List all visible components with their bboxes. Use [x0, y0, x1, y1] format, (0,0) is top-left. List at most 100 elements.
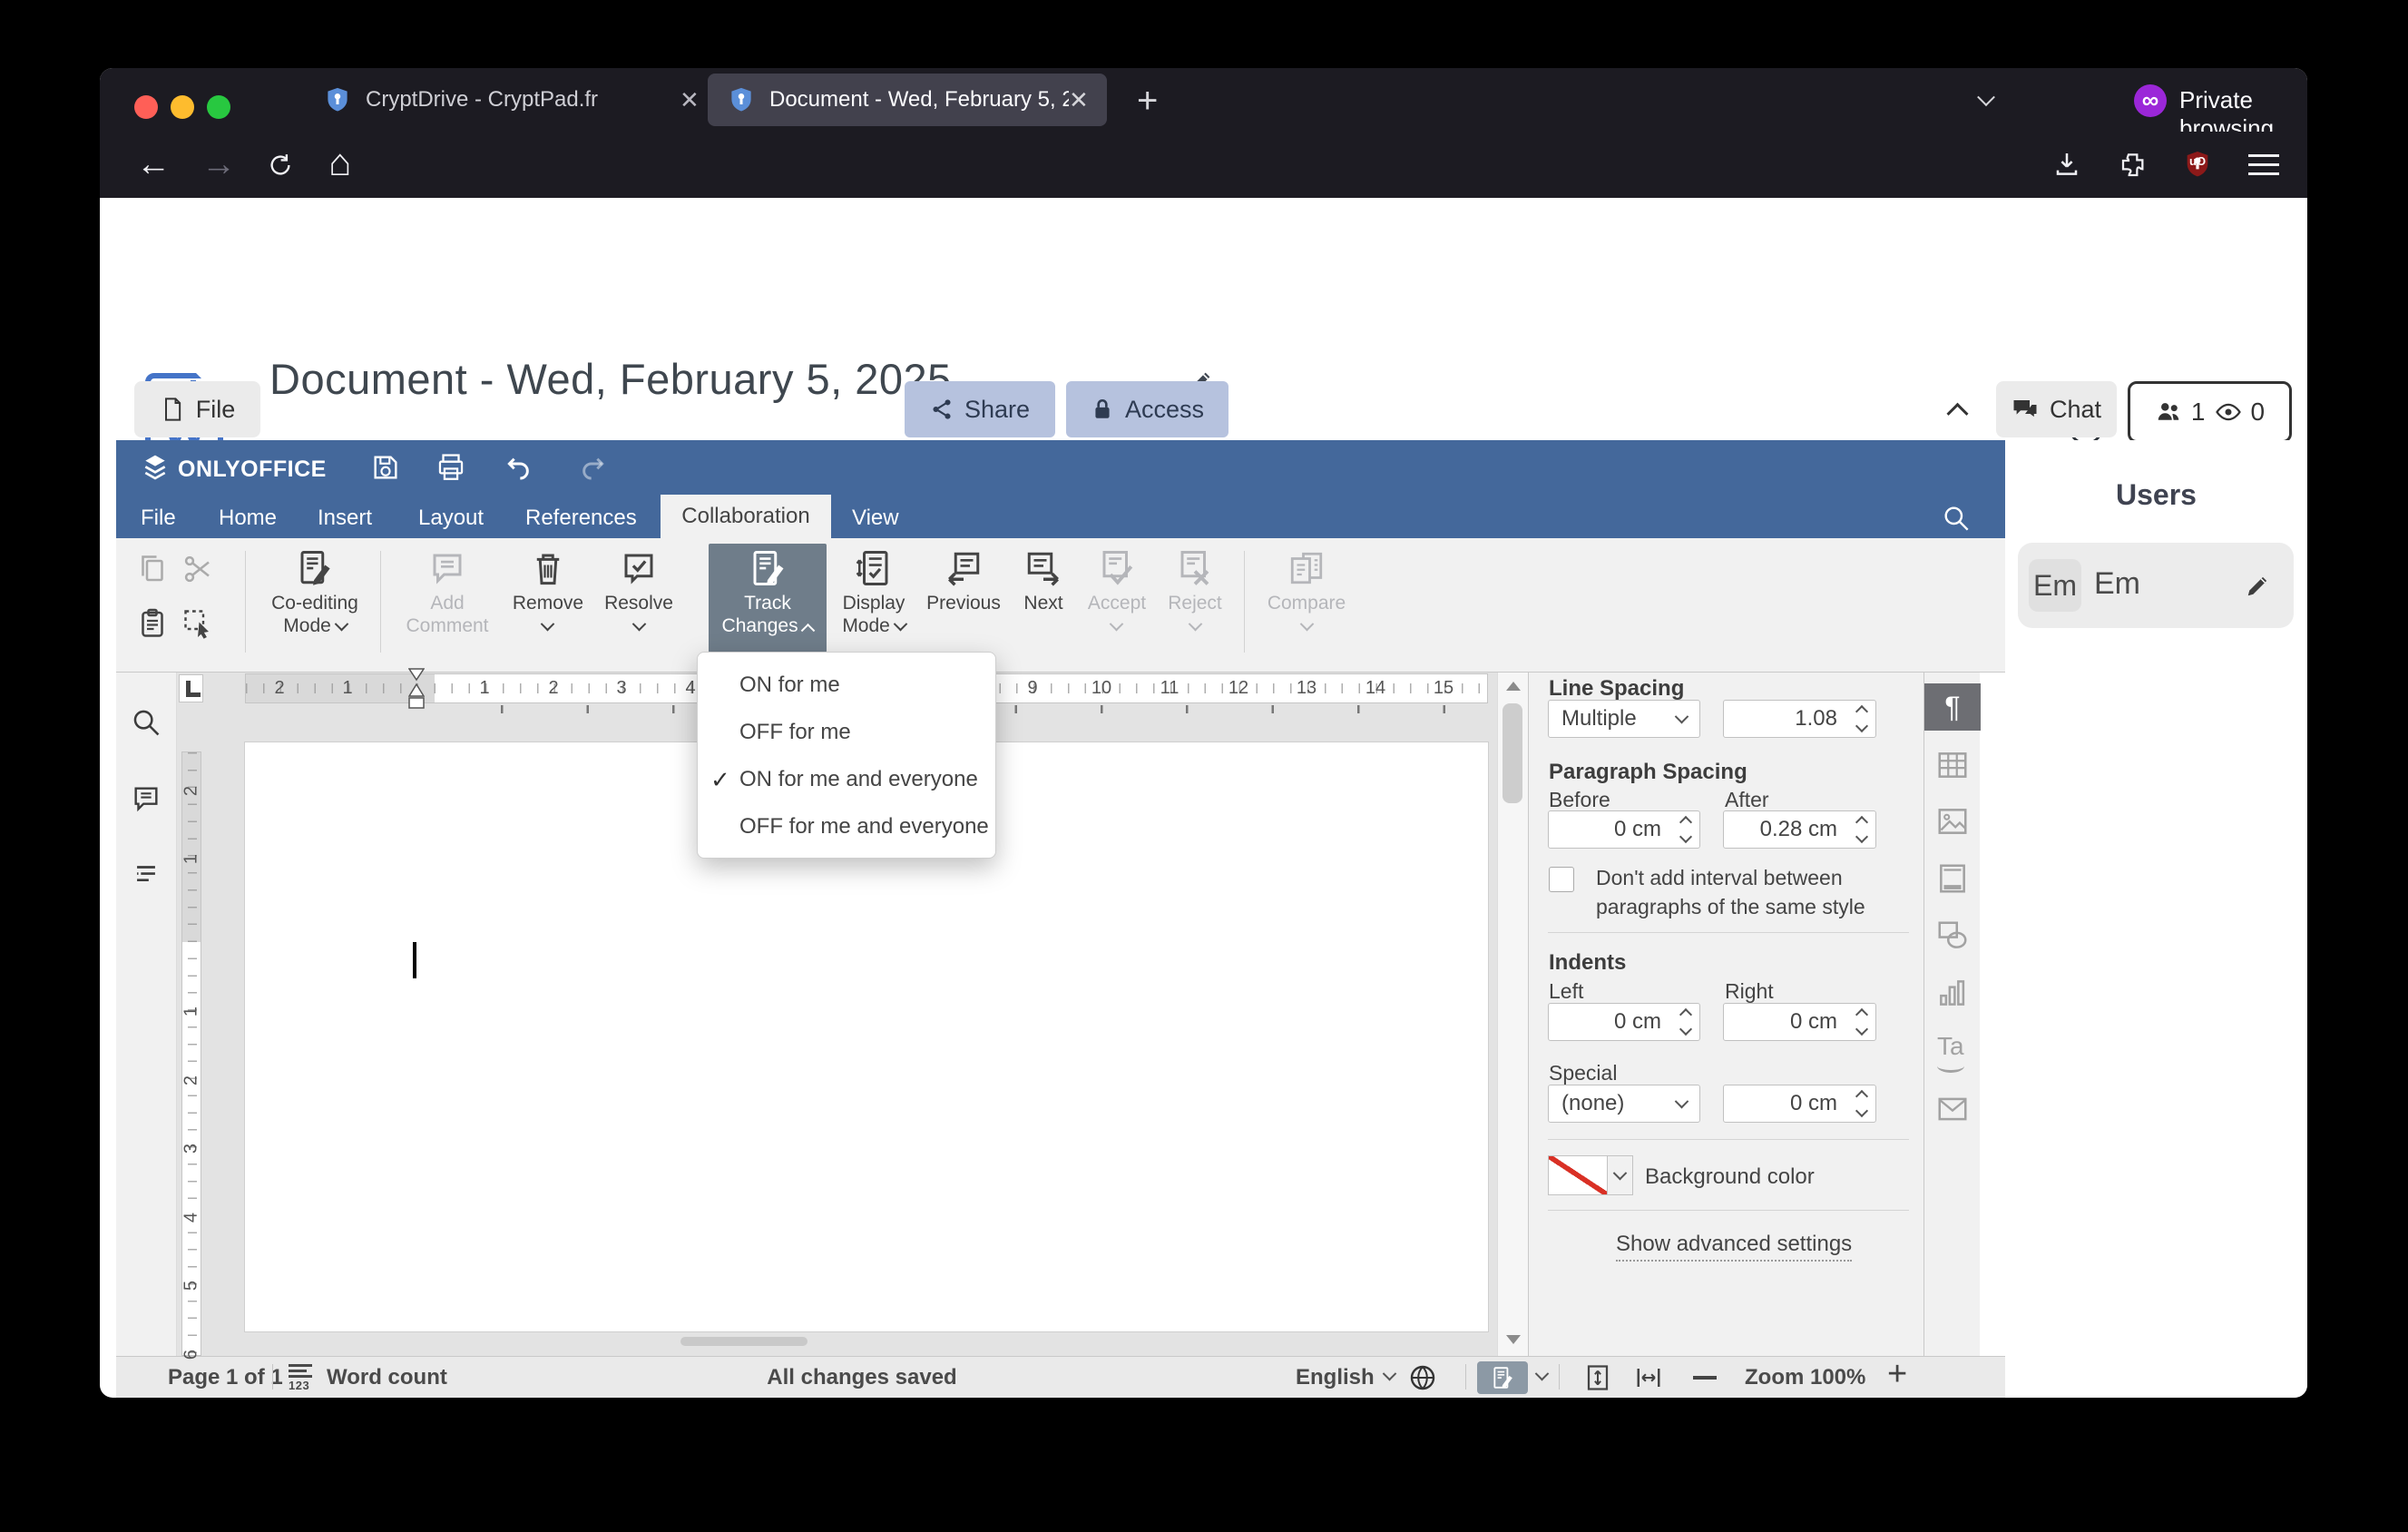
tab-close-icon[interactable]: ✕ [1069, 86, 1089, 114]
copy-icon[interactable] [136, 553, 169, 585]
presence-counter[interactable]: 1 0 [2128, 381, 2292, 443]
image-settings-tab[interactable] [1935, 804, 1970, 839]
spacing-after-input[interactable]: 0.28 cm [1723, 810, 1876, 849]
document-title[interactable]: Document - Wed, February 5, 2025 [269, 354, 952, 404]
chevron-down-icon[interactable] [1534, 1366, 1550, 1381]
print-icon[interactable] [436, 452, 466, 483]
menu-hamburger-icon[interactable] [2248, 154, 2279, 175]
horizontal-scrollbar-thumb[interactable] [680, 1337, 808, 1346]
spacing-before-input[interactable]: 0 cm [1548, 810, 1700, 849]
window-close-button[interactable] [134, 95, 158, 119]
chart-settings-tab[interactable] [1935, 976, 1970, 1010]
scroll-up-arrow[interactable] [1506, 682, 1521, 691]
reject-button[interactable]: Reject [1158, 544, 1232, 667]
spinner[interactable] [1855, 1089, 1869, 1118]
spinner[interactable] [1855, 704, 1869, 733]
chat-button[interactable]: Chat [1996, 381, 2117, 437]
show-advanced-settings-link[interactable]: Show advanced settings [1616, 1232, 1853, 1262]
tab-references[interactable]: References [525, 506, 637, 531]
window-minimize-button[interactable] [171, 95, 194, 119]
tab-view[interactable]: View [852, 506, 899, 531]
table-settings-tab[interactable] [1935, 748, 1970, 782]
fit-page-icon[interactable] [1584, 1364, 1611, 1391]
window-zoom-button[interactable] [207, 95, 230, 119]
file-button[interactable]: File [134, 381, 260, 437]
back-icon[interactable]: ← [136, 145, 171, 184]
remove-button[interactable]: Remove [504, 544, 592, 667]
language-selector[interactable]: English [1296, 1365, 1375, 1390]
indent-left-input[interactable]: 0 cm [1548, 1003, 1700, 1041]
track-menu-item-off-for-everyone[interactable]: OFF for me and everyone [698, 803, 995, 850]
add-comment-button[interactable]: Add Comment [394, 544, 501, 667]
fit-width-icon[interactable] [1633, 1364, 1664, 1391]
background-color-swatch[interactable] [1548, 1155, 1608, 1195]
scrollbar-thumb[interactable] [1503, 703, 1522, 803]
paste-icon[interactable] [136, 607, 169, 640]
tab-cryptdrive[interactable]: CryptDrive - CryptPad.fr ✕ [324, 68, 700, 132]
next-change-button[interactable]: Next [1011, 544, 1076, 667]
tab-close-icon[interactable]: ✕ [680, 86, 700, 114]
tab-home[interactable]: Home [219, 506, 277, 531]
extensions-puzzle-icon[interactable] [2118, 150, 2147, 179]
tab-stop-selector[interactable] [179, 674, 203, 702]
vertical-ruler[interactable]: 2 1 1 2 3 4 5 6 [181, 751, 201, 1360]
text-art-settings-tab[interactable]: Ta [1937, 1032, 1964, 1073]
spinner[interactable] [1855, 815, 1869, 844]
special-value-input[interactable]: 0 cm [1723, 1085, 1876, 1123]
special-select[interactable]: (none) [1548, 1085, 1700, 1123]
new-tab-button[interactable]: + [1137, 81, 1158, 122]
track-menu-item-off-for-me[interactable]: OFF for me [698, 709, 995, 756]
co-editing-mode-button[interactable]: Co-editing Mode [261, 544, 368, 667]
edit-name-pencil-icon[interactable] [2245, 572, 2272, 599]
undo-icon[interactable] [504, 453, 533, 482]
header-footer-settings-tab[interactable] [1935, 861, 1970, 896]
list-tabs-chevron-icon[interactable] [1977, 88, 1995, 111]
spellcheck-globe-icon[interactable] [1408, 1363, 1437, 1392]
page-indicator[interactable]: Page 1 of 1 [168, 1365, 283, 1390]
tab-document-active[interactable]: Document - Wed, February 5, 20 ✕ [708, 74, 1107, 126]
track-changes-status-button[interactable] [1477, 1361, 1528, 1394]
background-color-dropdown[interactable] [1608, 1155, 1633, 1195]
line-spacing-select[interactable]: Multiple [1548, 700, 1700, 738]
comments-panel-icon[interactable] [131, 783, 162, 814]
tab-file[interactable]: File [141, 506, 176, 531]
headings-outline-icon[interactable] [131, 859, 162, 890]
ublock-origin-icon[interactable]: uO [2183, 150, 2212, 179]
word-count-label[interactable]: Word count [327, 1365, 447, 1390]
chevron-down-icon[interactable] [1382, 1366, 1397, 1381]
share-button[interactable]: Share [905, 381, 1055, 437]
indent-marker[interactable] [408, 668, 425, 710]
reload-icon[interactable] [267, 152, 294, 179]
redo-icon[interactable] [578, 453, 607, 482]
vertical-scrollbar[interactable] [1497, 673, 1528, 1356]
word-count-icon[interactable]: 123 [289, 1364, 319, 1391]
previous-change-button[interactable]: Previous [920, 544, 1007, 667]
tab-collaboration-active[interactable]: Collaboration [661, 495, 831, 538]
paragraph-settings-tab-active[interactable]: ¶ [1924, 683, 1981, 731]
shape-settings-tab[interactable] [1935, 918, 1970, 953]
spinner[interactable] [1679, 815, 1693, 844]
resolve-button[interactable]: Resolve [595, 544, 682, 667]
forward-icon[interactable]: → [201, 145, 236, 184]
compare-button[interactable]: Compare [1258, 544, 1356, 667]
accept-button[interactable]: Accept [1080, 544, 1154, 667]
access-button[interactable]: Access [1066, 381, 1228, 437]
indent-right-input[interactable]: 0 cm [1723, 1003, 1876, 1041]
display-mode-button[interactable]: Display Mode [831, 544, 916, 667]
collapse-toolbar-button[interactable] [1928, 381, 1987, 437]
zoom-in-icon[interactable]: + [1887, 1355, 1907, 1394]
track-changes-button[interactable]: Track Changes [709, 544, 827, 653]
track-menu-item-on-for-me[interactable]: ON for me [698, 662, 995, 709]
line-spacing-value-input[interactable]: 1.08 [1723, 700, 1876, 738]
select-all-icon[interactable] [181, 607, 214, 640]
cut-icon[interactable] [181, 553, 214, 585]
zoom-out-icon[interactable] [1693, 1376, 1717, 1380]
find-search-icon[interactable] [131, 707, 162, 738]
tab-layout[interactable]: Layout [418, 506, 484, 531]
downloads-icon[interactable] [2052, 150, 2081, 179]
tab-insert[interactable]: Insert [318, 506, 372, 531]
user-list-item[interactable]: Em Em [2018, 543, 2294, 628]
home-icon[interactable]: ⌂ [328, 141, 351, 184]
scroll-down-arrow[interactable] [1506, 1335, 1521, 1344]
track-menu-item-on-for-everyone[interactable]: ✓ ON for me and everyone [698, 756, 995, 803]
